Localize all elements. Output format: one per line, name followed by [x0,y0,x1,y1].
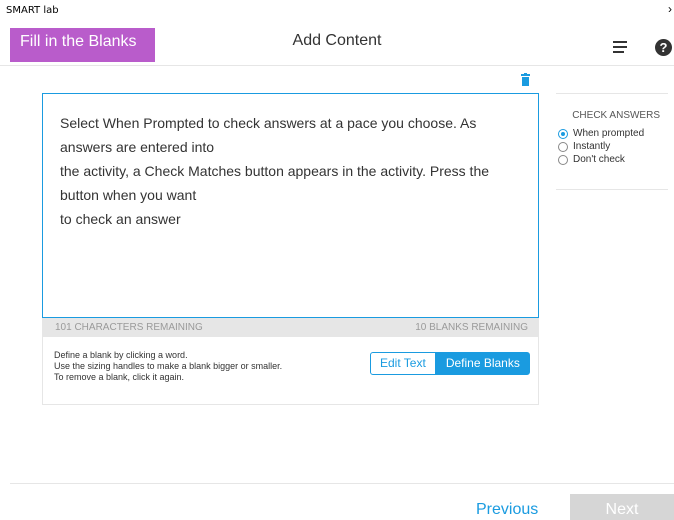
menu-icon[interactable] [613,41,627,55]
trash-icon[interactable] [521,73,530,86]
blanks-remaining: 10 BLANKS REMAINING [415,322,528,333]
instruction-line: Use the sizing handles to make a blank b… [54,361,283,371]
editor-line: the activity, a Check Matches button app… [60,163,493,203]
content-editor[interactable]: Select When Prompted to check answers at… [42,93,539,318]
radio-dont-check[interactable]: Don't check [558,153,644,166]
instruction-line: Define a blank by clicking a word. [54,350,188,360]
mode-toggle: Edit Text Define Blanks [370,352,530,375]
characters-remaining: 101 CHARACTERS REMAINING [55,322,203,333]
app-title: SMART lab [6,5,59,16]
radio-label: Instantly [573,141,611,152]
header: Fill in the Blanks Add Content ? [0,22,674,66]
title-bar: SMART lab › [0,0,674,22]
remaining-counts-bar: 101 CHARACTERS REMAINING 10 BLANKS REMAI… [42,318,539,337]
radio-label: When prompted [573,128,645,139]
next-button[interactable]: Next [570,494,674,520]
radio-instantly[interactable]: Instantly [558,140,644,153]
footer-divider [10,483,674,484]
edit-text-button[interactable]: Edit Text [370,352,436,375]
radio-when-prompted[interactable]: When prompted [558,127,644,140]
editor-line: Select When Prompted to check answers at… [60,115,481,155]
check-answers-panel: CHECK ANSWERS When prompted Instantly Do… [556,93,668,190]
instructions-panel: Define a blank by clicking a word. Use t… [42,337,539,405]
check-answers-title: CHECK ANSWERS [572,110,660,121]
instructions-text: Define a blank by clicking a word. Use t… [54,350,282,383]
previous-button[interactable]: Previous [476,501,538,519]
radio-label: Don't check [573,154,625,165]
radio-icon[interactable] [558,141,568,152]
help-icon[interactable]: ? [655,39,672,56]
close-icon[interactable]: › [668,3,672,15]
editor-line: to check an answer [60,211,181,227]
instruction-line: To remove a blank, click it again. [54,372,185,382]
radio-icon[interactable] [558,154,568,165]
check-answers-options: When prompted Instantly Don't check [558,127,644,166]
define-blanks-button[interactable]: Define Blanks [435,352,530,375]
editor-text[interactable]: Select When Prompted to check answers at… [60,111,521,231]
page-title: Add Content [292,32,382,49]
radio-selected-icon[interactable] [558,128,568,139]
